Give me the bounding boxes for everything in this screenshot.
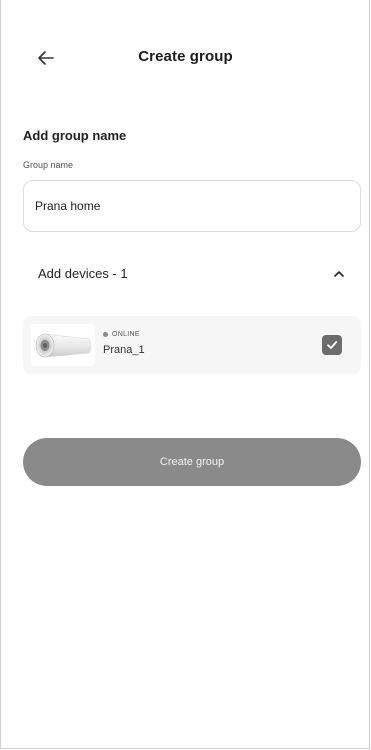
group-name-input[interactable] <box>23 180 361 232</box>
screen-frame <box>0 0 370 749</box>
status-dot <box>103 332 108 337</box>
page-title: Create group <box>138 48 233 65</box>
device-list-item[interactable]: ONLINE Prana_1 <box>23 316 361 374</box>
top-bar: Create group <box>0 32 371 84</box>
ventilator-device-icon <box>31 324 95 366</box>
device-status: ONLINE <box>103 331 140 338</box>
device-name: Prana_1 <box>103 344 145 356</box>
group-name-label: Group name <box>23 160 74 170</box>
chevron-up-icon <box>334 271 344 277</box>
checkmark-icon <box>327 341 338 349</box>
device-status-text: ONLINE <box>112 331 140 338</box>
create-group-button[interactable]: Create group <box>23 438 361 486</box>
add-devices-toggle[interactable]: Add devices - 1 <box>23 258 361 290</box>
group-name-heading: Add group name <box>23 128 127 143</box>
add-devices-title: Add devices - 1 <box>38 266 128 281</box>
device-select-checkbox[interactable] <box>322 335 342 355</box>
